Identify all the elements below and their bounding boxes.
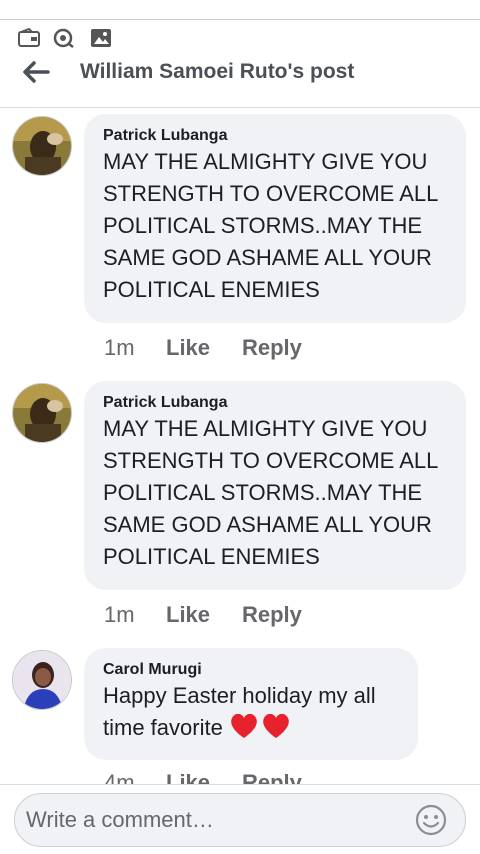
avatar[interactable] — [12, 116, 72, 176]
page-title: William Samoei Ruto's post — [80, 60, 355, 83]
comment-bubble: Carol Murugi Happy Easter holiday my all… — [84, 648, 418, 760]
comment-bubble: Patrick Lubanga MAY THE ALMIGHTY GIVE YO… — [84, 381, 466, 590]
heart-emoji-icon — [231, 713, 289, 738]
reply-button[interactable]: Reply — [242, 602, 302, 628]
comment-author[interactable]: Patrick Lubanga — [103, 126, 446, 146]
comment-actions: 1m Like Reply — [104, 335, 302, 361]
image-notification-icon — [91, 29, 111, 47]
notification-icons — [0, 22, 480, 54]
avatar[interactable] — [12, 650, 72, 710]
comment-text: MAY THE ALMIGHTY GIVE YOU STRENGTH TO OV… — [103, 149, 439, 302]
comment-author[interactable]: Patrick Lubanga — [103, 393, 446, 413]
like-button[interactable]: Like — [166, 335, 242, 361]
comment-timestamp: 4m — [104, 770, 135, 784]
comment-actions: 1m Like Reply — [104, 602, 302, 628]
comment-timestamp: 1m — [104, 335, 135, 360]
like-button[interactable]: Like — [166, 770, 242, 784]
avatar-photo — [13, 117, 71, 175]
smiley-icon[interactable] — [414, 803, 448, 837]
comment-author[interactable]: Carol Murugi — [103, 660, 398, 680]
comment-timestamp: 1m — [104, 602, 135, 627]
comment-actions: 4m Like Reply — [104, 770, 302, 784]
wallet-notification-icon — [18, 28, 40, 47]
comment-composer — [0, 784, 480, 854]
comment-input[interactable] — [14, 793, 466, 847]
avatar-photo — [13, 651, 71, 709]
back-arrow-icon[interactable] — [20, 58, 52, 86]
comment-bubble: Patrick Lubanga MAY THE ALMIGHTY GIVE YO… — [84, 114, 466, 323]
reply-button[interactable]: Reply — [242, 770, 302, 784]
status-bar — [0, 0, 480, 20]
like-button[interactable]: Like — [166, 602, 242, 628]
avatar-photo — [13, 384, 71, 442]
sync-notification-icon — [53, 28, 74, 48]
post-header: William Samoei Ruto's post — [0, 54, 480, 108]
comment-text: MAY THE ALMIGHTY GIVE YOU STRENGTH TO OV… — [103, 416, 439, 569]
comment-text: Happy Easter holiday my all time favorit… — [103, 683, 376, 740]
reply-button[interactable]: Reply — [242, 335, 302, 361]
avatar[interactable] — [12, 383, 72, 443]
